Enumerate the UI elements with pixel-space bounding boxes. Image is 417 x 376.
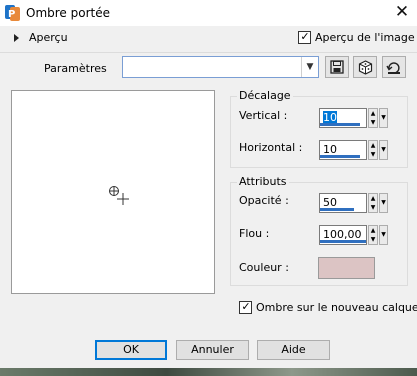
vertical-level-bar: [320, 123, 360, 126]
check-icon: ✓: [300, 30, 310, 43]
preview-canvas[interactable]: [11, 90, 215, 294]
shadow-new-layer-label: Ombre sur le nouveau calque: [256, 301, 417, 314]
horizontal-stepper[interactable]: ▲ ▼: [368, 140, 378, 160]
vertical-label: Vertical :: [239, 109, 288, 122]
down-arrow-icon[interactable]: ▼: [369, 118, 377, 127]
background-strip: [0, 368, 417, 376]
reset-icon: [386, 62, 400, 74]
params-combobox[interactable]: ▼: [122, 56, 319, 78]
offset-group-title: Décalage: [237, 89, 293, 102]
reset-button[interactable]: [382, 56, 406, 78]
shadow-color-swatch[interactable]: [318, 257, 375, 279]
save-icon: [330, 60, 344, 74]
check-icon: ✓: [241, 300, 251, 313]
preview-image-checkbox[interactable]: ✓: [298, 30, 311, 44]
help-button[interactable]: Aide: [257, 340, 330, 360]
preview-expander-label: Aperçu: [29, 31, 68, 44]
down-arrow-icon[interactable]: ▼: [369, 235, 377, 244]
opacity-stepper[interactable]: ▲ ▼: [368, 193, 378, 213]
ok-button[interactable]: OK: [95, 340, 167, 360]
preview-image-label: Aperçu de l'image: [315, 31, 415, 44]
save-preset-button[interactable]: [325, 56, 349, 78]
params-label: Paramètres: [44, 62, 107, 75]
drop-shadow-dialog: P Ombre portée ✕ Aperçu ✓ Aperçu de l'im…: [0, 0, 417, 376]
attributes-group: Attributs Opacité : 50 ▲ ▼ ▼ Flou : 100,0…: [230, 175, 408, 286]
divider: [0, 52, 417, 53]
dice-icon: [358, 60, 372, 75]
crosshair-icon[interactable]: [108, 185, 132, 209]
shadow-new-layer-checkbox[interactable]: ✓: [239, 300, 252, 314]
opacity-dropdown-icon[interactable]: ▼: [379, 193, 388, 213]
color-label: Couleur :: [239, 261, 289, 274]
horizontal-spinner[interactable]: 10 ▲ ▼ ▼: [319, 140, 388, 160]
expand-arrow-icon: [14, 34, 19, 42]
blur-level-bar: [320, 240, 366, 243]
opacity-spinner[interactable]: 50 ▲ ▼ ▼: [319, 193, 388, 213]
title-bar[interactable]: P Ombre portée ✕: [0, 0, 417, 26]
svg-text:P: P: [8, 9, 15, 20]
cancel-button[interactable]: Annuler: [176, 340, 249, 360]
horizontal-label: Horizontal :: [239, 141, 303, 154]
blur-spinner[interactable]: 100,00 ▲ ▼ ▼: [319, 225, 388, 245]
blur-label: Flou :: [239, 227, 270, 240]
chevron-down-icon[interactable]: ▼: [301, 57, 318, 77]
up-arrow-icon[interactable]: ▲: [369, 226, 377, 235]
horizontal-dropdown-icon[interactable]: ▼: [379, 140, 388, 160]
horizontal-level-bar: [320, 155, 360, 158]
up-arrow-icon[interactable]: ▲: [369, 194, 377, 203]
window-title: Ombre portée: [26, 6, 110, 20]
blur-stepper[interactable]: ▲ ▼: [368, 225, 378, 245]
vertical-dropdown-icon[interactable]: ▼: [379, 108, 388, 128]
opacity-label: Opacité :: [239, 194, 289, 207]
up-arrow-icon[interactable]: ▲: [369, 141, 377, 150]
randomize-button[interactable]: [353, 56, 377, 78]
offset-group: Décalage Vertical : 10 ▲ ▼ ▼ Horizontal :…: [230, 89, 408, 168]
down-arrow-icon[interactable]: ▼: [369, 150, 377, 159]
blur-dropdown-icon[interactable]: ▼: [379, 225, 388, 245]
up-arrow-icon[interactable]: ▲: [369, 109, 377, 118]
close-button[interactable]: ✕: [387, 0, 417, 26]
attributes-group-title: Attributs: [237, 175, 289, 188]
app-icon: P: [4, 3, 22, 23]
vertical-spinner[interactable]: 10 ▲ ▼ ▼: [319, 108, 388, 128]
vertical-stepper[interactable]: ▲ ▼: [368, 108, 378, 128]
down-arrow-icon[interactable]: ▼: [369, 203, 377, 212]
opacity-level-bar: [320, 208, 354, 211]
